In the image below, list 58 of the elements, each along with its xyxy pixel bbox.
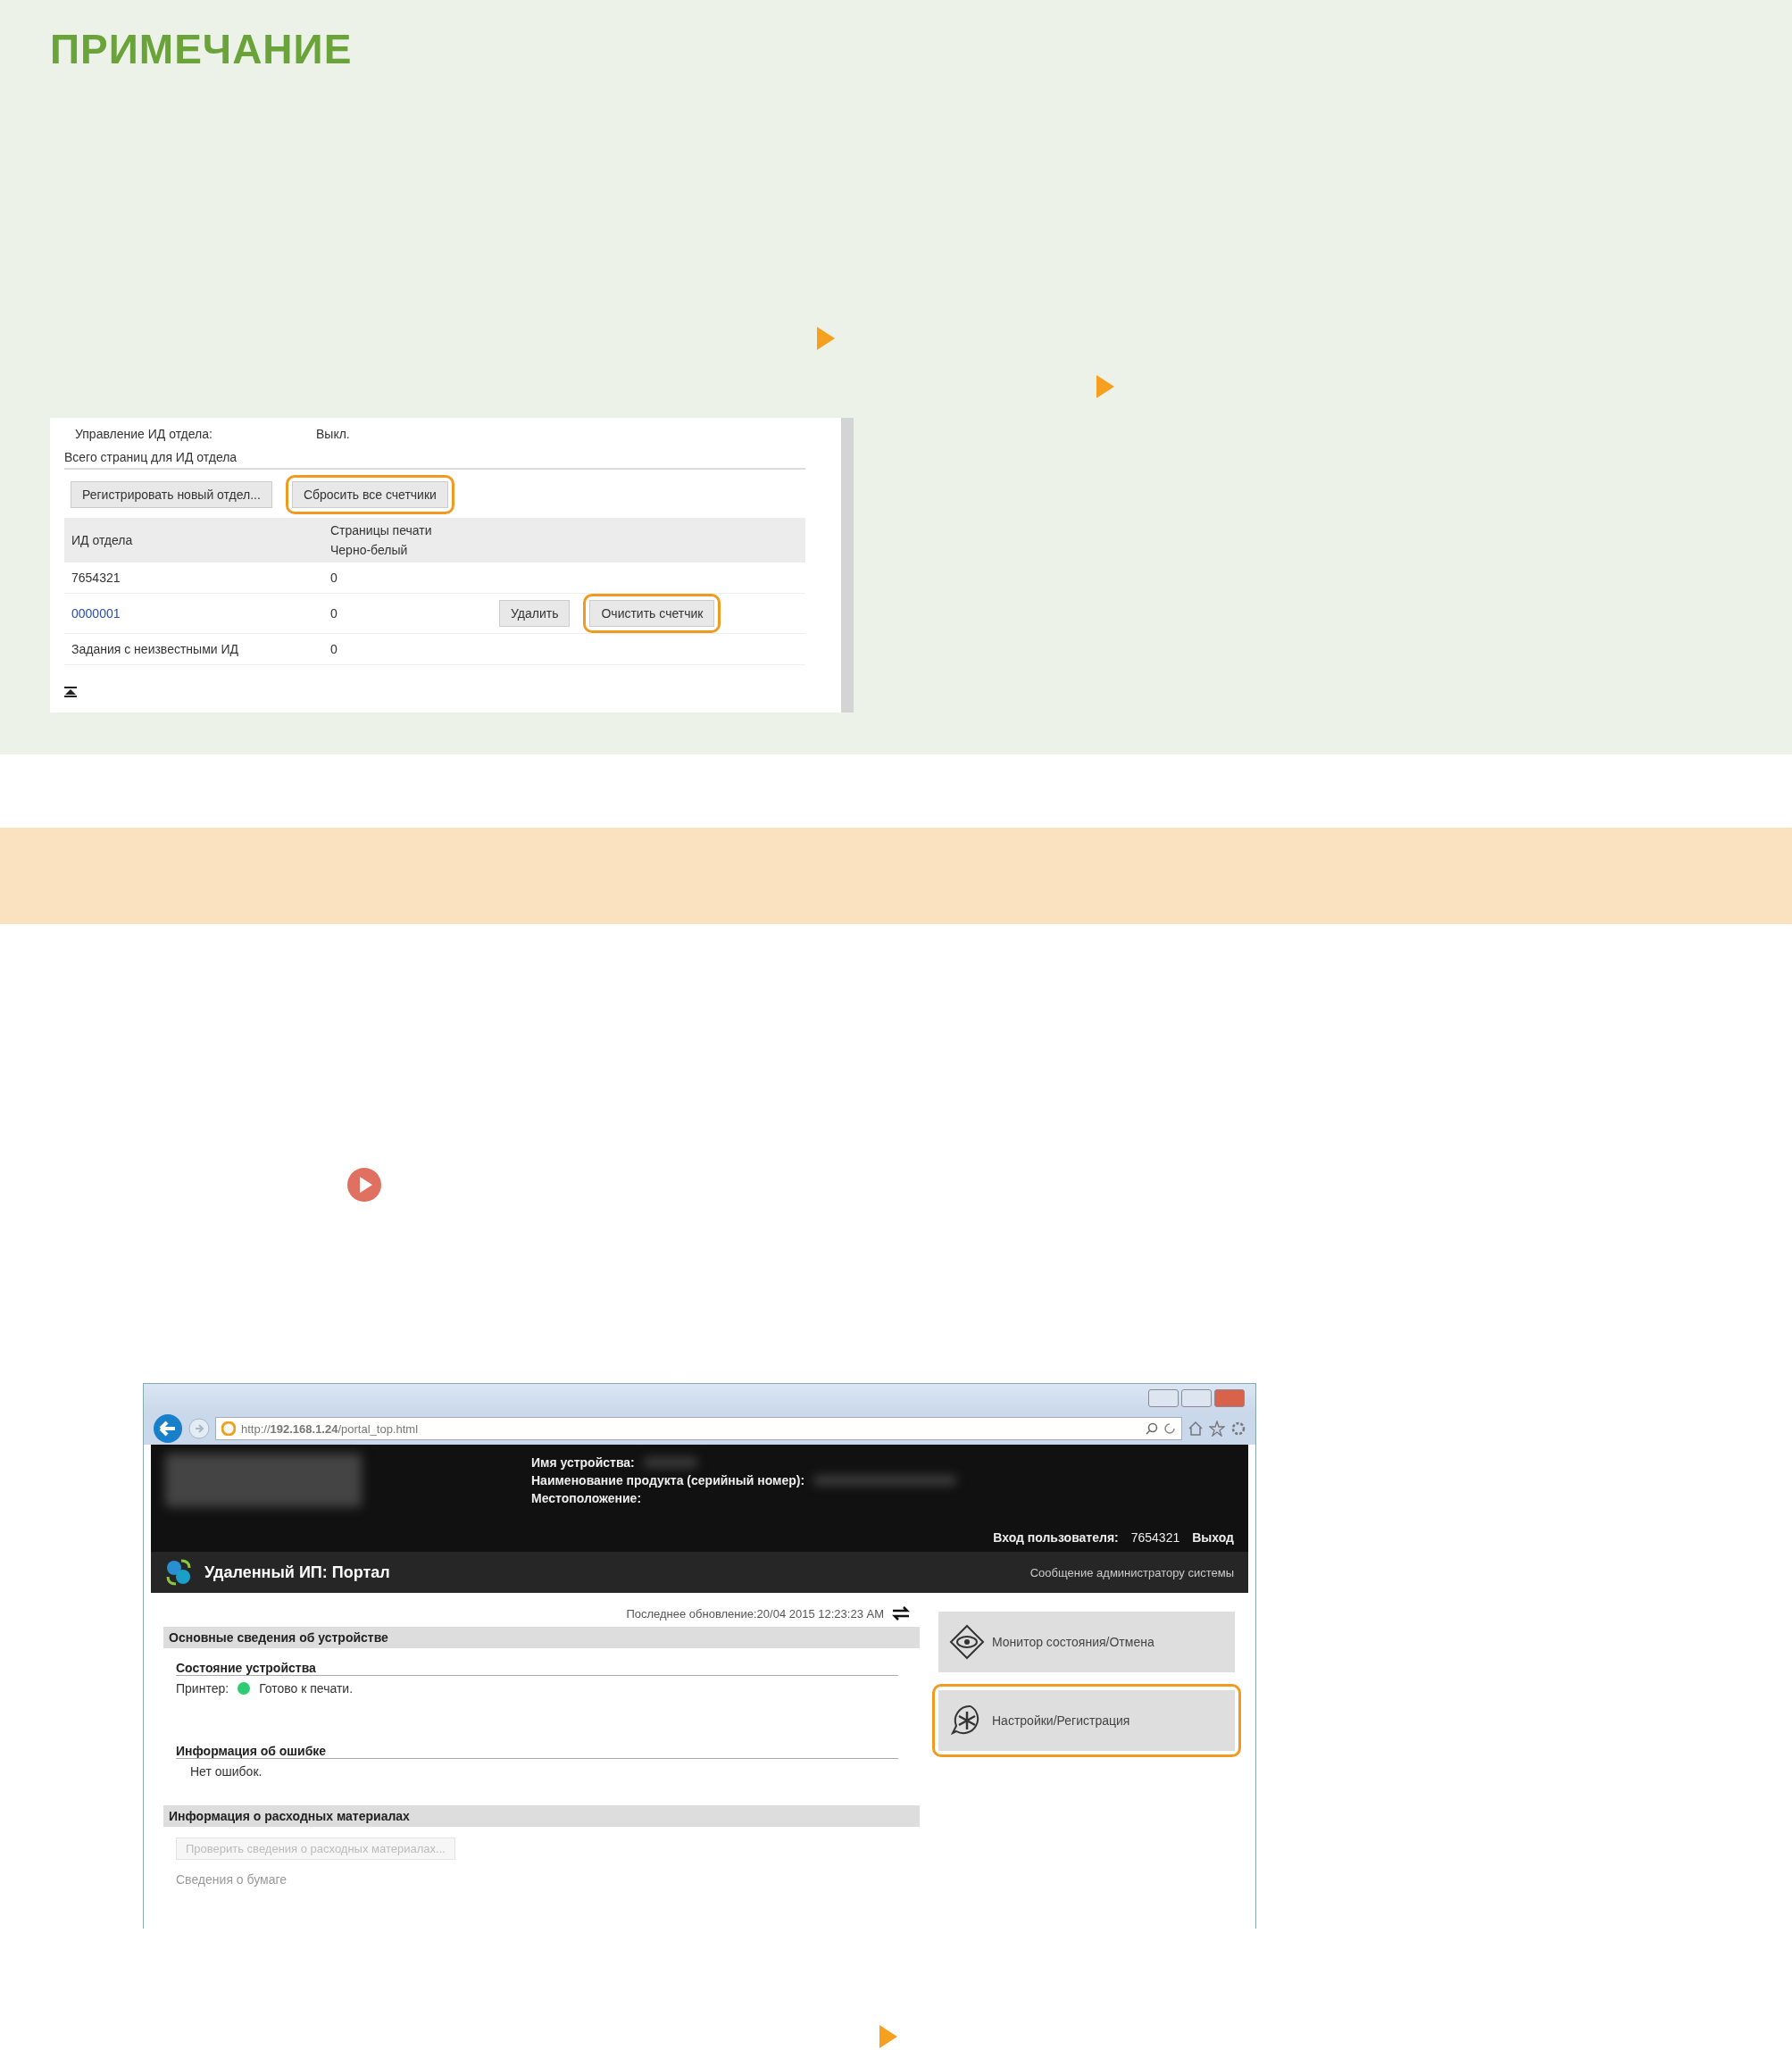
column-header: Черно-белый xyxy=(330,543,409,557)
page-button[interactable]: Регистрировать новый отдел... xyxy=(71,481,272,508)
section-heading: Информация о расходных материалах xyxy=(163,1805,920,1827)
column-header: Страницы печати xyxy=(330,523,433,538)
subsection-heading: Состояние устройства xyxy=(176,1661,898,1676)
page-button[interactable]: Сбросить все счетчики xyxy=(291,481,448,508)
table-cell-text: 0 xyxy=(330,606,338,621)
eye-icon xyxy=(949,1624,985,1660)
setting-value: Выкл. xyxy=(316,427,350,441)
back-icon[interactable] xyxy=(153,1413,183,1444)
header-label: Наименование продукта (серийный номер): xyxy=(531,1473,805,1488)
triangle-arrow-icon xyxy=(1096,375,1114,398)
department-link[interactable]: 0000001 xyxy=(71,606,323,621)
play-circle-icon xyxy=(346,1167,382,1203)
forward-icon[interactable] xyxy=(188,1418,210,1439)
blurred-value xyxy=(643,1458,697,1467)
table-cell-text: 7654321 xyxy=(71,571,121,585)
subsection-heading: Информация об ошибке xyxy=(176,1744,898,1759)
page-button[interactable]: Удалить xyxy=(499,600,571,627)
browser-logo-icon xyxy=(221,1421,236,1436)
table-cell-text: 0 xyxy=(330,571,338,585)
setting-label: Управление ИД отдела: xyxy=(75,427,213,441)
address-field[interactable]: http://192.168.1.24/portal_top.html xyxy=(215,1417,1182,1440)
menu-button[interactable]: Монитор состояния/Отмена xyxy=(938,1612,1235,1672)
error-text: Нет ошибок. xyxy=(190,1764,263,1779)
header-label: Местоположение: xyxy=(531,1491,642,1505)
printer-status: Готово к печати. xyxy=(259,1681,354,1696)
header-label: Имя устройства: xyxy=(531,1455,635,1470)
table-cell-text: 0 xyxy=(330,642,338,656)
printer-label: Принтер: xyxy=(176,1681,229,1696)
triangle-arrow-icon xyxy=(879,2025,897,2048)
column-header: ИД отдела xyxy=(71,533,134,547)
page-button[interactable]: Очистить счетчик xyxy=(589,600,715,627)
portal-title: Удаленный ИП: Портал xyxy=(204,1562,390,1582)
section-title: Всего страниц для ИД отдела xyxy=(64,450,238,464)
portal-logo-icon xyxy=(165,1559,192,1586)
scroll-top-icon[interactable] xyxy=(64,687,77,697)
paper-info-text: Сведения о бумаге xyxy=(176,1872,288,1887)
triangle-arrow-icon xyxy=(817,327,835,350)
note-title: ПРИМЕЧАНИЕ xyxy=(50,25,354,73)
section-heading: Основные сведения об устройстве xyxy=(163,1627,920,1648)
table-cell-text: Задания с неизвестными ИД xyxy=(71,642,240,656)
menu-button[interactable]: Настройки/Регистрация xyxy=(938,1690,1235,1751)
status-dot xyxy=(238,1682,251,1695)
refresh-icon[interactable] xyxy=(1163,1422,1176,1435)
last-update-text: Последнее обновление:20/04 2015 12:23:23 AM xyxy=(626,1606,884,1621)
login-user: 7654321 xyxy=(1130,1530,1180,1545)
home-icon[interactable] xyxy=(1188,1421,1204,1437)
scrollbar[interactable] xyxy=(841,418,854,712)
maximize-button[interactable] xyxy=(1181,1389,1212,1407)
minimize-button[interactable] xyxy=(1148,1389,1179,1407)
login-label: Вход пользователя: xyxy=(993,1530,1119,1545)
search-icon[interactable] xyxy=(1146,1422,1158,1435)
admin-message-link[interactable]: Сообщение администратору системы xyxy=(1029,1565,1234,1579)
logout-link[interactable]: Выход xyxy=(1192,1530,1234,1545)
settings-icon[interactable] xyxy=(1230,1421,1246,1437)
refresh-arrows-icon[interactable] xyxy=(891,1605,911,1621)
star-icon[interactable] xyxy=(1209,1421,1225,1437)
